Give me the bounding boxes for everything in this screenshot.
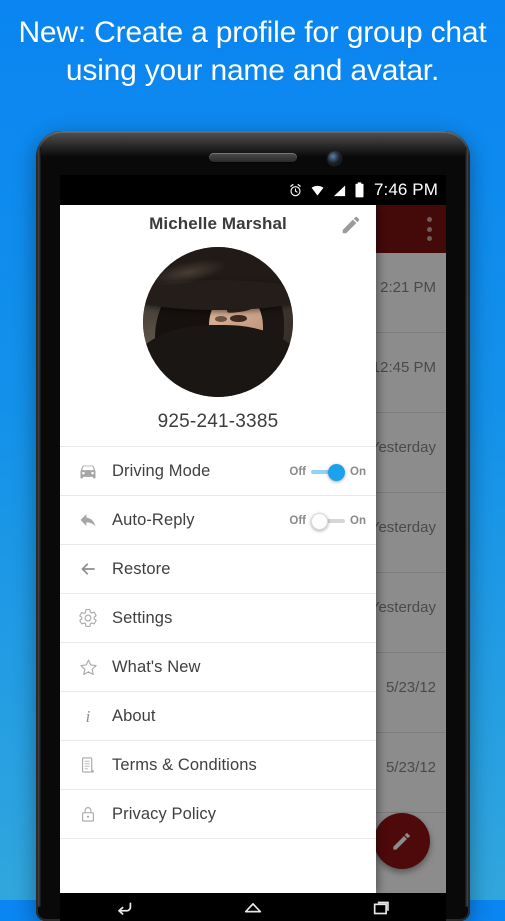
drawer-item-label: What's New bbox=[112, 657, 201, 676]
bezel-edge-left bbox=[38, 147, 41, 907]
arrow-left-icon bbox=[78, 559, 108, 579]
drawer-item-terms-conditions[interactable]: Terms & Conditions bbox=[60, 741, 376, 790]
driving-mode-toggle[interactable]: Off On bbox=[289, 447, 366, 496]
drawer-item-label: Settings bbox=[112, 608, 173, 627]
profile-name: Michelle Marshal bbox=[149, 214, 287, 233]
avatar-container bbox=[60, 247, 376, 397]
drawer-item-label: Driving Mode bbox=[112, 461, 211, 480]
star-icon bbox=[78, 657, 108, 678]
reply-arrow-icon bbox=[78, 510, 108, 530]
status-bar: 7:46 PM bbox=[60, 175, 446, 205]
home-icon[interactable] bbox=[242, 897, 264, 919]
promo-headline: New: Create a profile for group chat usi… bbox=[18, 16, 487, 87]
drawer-item-label: Auto-Reply bbox=[112, 510, 195, 529]
user-avatar-photo[interactable] bbox=[143, 247, 293, 397]
drawer-menu: Driving Mode Off On Auto-Reply Off On Re… bbox=[60, 446, 376, 839]
drawer-item-settings[interactable]: Settings bbox=[60, 594, 376, 643]
android-nav-bar bbox=[60, 893, 446, 921]
drawer-item-privacy-policy[interactable]: Privacy Policy bbox=[60, 790, 376, 839]
toggle-switch-off[interactable] bbox=[311, 512, 346, 530]
drawer-item-label: Privacy Policy bbox=[112, 804, 217, 823]
navigation-drawer: Michelle Marshal 925-241-3385 Driving Mo… bbox=[60, 205, 376, 893]
recents-icon[interactable] bbox=[371, 897, 393, 919]
lock-icon bbox=[78, 804, 108, 824]
toggle-on-label: On bbox=[350, 514, 366, 527]
bezel-edge-right bbox=[465, 147, 468, 907]
phone-device-mockup: 2:21 PM 12:45 PM Yesterday Yesterday Yes… bbox=[36, 131, 470, 921]
pencil-edit-icon[interactable] bbox=[340, 214, 362, 236]
drawer-item-about[interactable]: i About bbox=[60, 692, 376, 741]
signal-icon bbox=[332, 183, 347, 198]
front-camera bbox=[328, 152, 341, 165]
battery-icon bbox=[354, 182, 365, 198]
car-icon bbox=[78, 461, 108, 481]
status-bar-time: 7:46 PM bbox=[373, 180, 438, 199]
document-icon bbox=[78, 755, 108, 775]
profile-phone-number: 925-241-3385 bbox=[157, 411, 279, 432]
phone-screen: 2:21 PM 12:45 PM Yesterday Yesterday Yes… bbox=[60, 175, 446, 893]
toggle-off-label: Off bbox=[289, 514, 307, 527]
drawer-item-restore[interactable]: Restore bbox=[60, 545, 376, 594]
toggle-switch-on[interactable] bbox=[311, 463, 346, 481]
earpiece-speaker bbox=[209, 153, 297, 162]
drawer-item-auto-reply[interactable]: Auto-Reply Off On bbox=[60, 496, 376, 545]
drawer-item-driving-mode[interactable]: Driving Mode Off On bbox=[60, 447, 376, 496]
drawer-item-whats-new[interactable]: What's New bbox=[60, 643, 376, 692]
svg-text:i: i bbox=[86, 707, 91, 726]
info-icon: i bbox=[78, 706, 108, 726]
drawer-item-label: About bbox=[112, 706, 156, 725]
auto-reply-toggle[interactable]: Off On bbox=[289, 496, 366, 545]
drawer-item-label: Terms & Conditions bbox=[112, 755, 257, 774]
drawer-header: Michelle Marshal bbox=[60, 205, 376, 243]
alarm-icon bbox=[288, 183, 303, 198]
wifi-icon bbox=[310, 183, 325, 198]
gear-icon bbox=[78, 608, 108, 628]
toggle-on-label: On bbox=[350, 465, 366, 478]
toggle-off-label: Off bbox=[289, 465, 307, 478]
drawer-item-label: Restore bbox=[112, 559, 171, 578]
back-icon[interactable] bbox=[113, 897, 135, 919]
